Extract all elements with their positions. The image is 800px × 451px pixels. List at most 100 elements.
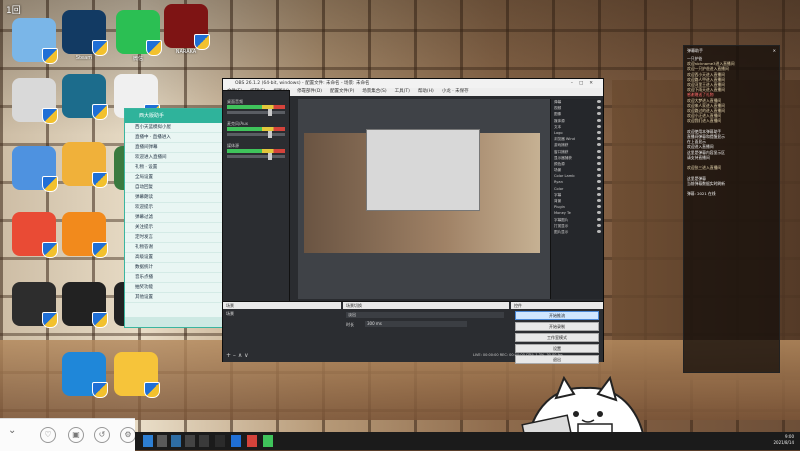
mixer-channel[interactable]: 媒体源 <box>227 143 285 160</box>
minimize-icon[interactable]: – <box>571 81 579 86</box>
eye-icon[interactable] <box>597 161 601 165</box>
control-button[interactable]: 设置 <box>515 344 599 353</box>
danmaku-panel[interactable]: 弹幕助手 ✕ 一只护爸 欢迎nickname3进入直播间 欢迎一只护爸进入直播间 欢迎… <box>683 45 780 373</box>
eye-icon[interactable] <box>597 118 601 122</box>
replay-icon[interactable]: ↺ <box>94 427 110 443</box>
eye-icon[interactable] <box>597 229 601 233</box>
desktop-icon[interactable] <box>58 74 110 120</box>
menu-item[interactable]: 场景集合(S) <box>362 89 386 94</box>
list-item[interactable]: 西小天蓝模拟小屋 <box>125 123 223 133</box>
eye-icon[interactable] <box>597 205 601 209</box>
window-controls[interactable]: –□✕ <box>571 79 599 88</box>
list-item[interactable]: 抽奖功能 <box>125 283 223 293</box>
taskbar-clock[interactable]: 9:00 2021/8/14 <box>773 434 794 446</box>
list-item[interactable]: 直播中 · 直播进入 <box>125 133 223 143</box>
desktop-icon[interactable]: Steam <box>58 10 110 61</box>
desktop-icon[interactable] <box>58 282 110 328</box>
scene-add-icon[interactable]: + – ∧ ∨ <box>226 352 249 359</box>
desktop-icon[interactable] <box>58 352 110 398</box>
menu-item[interactable]: 停靠部件(D) <box>297 89 322 94</box>
control-button[interactable]: 开始推流 <box>515 311 599 320</box>
settings-icon[interactable]: ⚙ <box>120 427 136 443</box>
app-icon[interactable] <box>143 435 153 447</box>
app-icon[interactable] <box>263 435 273 447</box>
desktop-icon[interactable]: NARAKA <box>160 4 212 55</box>
eye-icon[interactable] <box>597 137 601 141</box>
chevron-down-icon[interactable]: ⌄ <box>8 425 16 436</box>
list-item[interactable]: 定时发言 <box>125 233 223 243</box>
desktop-icon[interactable] <box>8 146 60 192</box>
volume-slider[interactable] <box>227 153 285 160</box>
eye-icon[interactable] <box>597 174 601 178</box>
app-icon[interactable] <box>247 435 257 447</box>
eye-icon[interactable] <box>597 217 601 221</box>
eye-icon[interactable] <box>597 168 601 172</box>
volume-slider[interactable] <box>227 109 285 116</box>
mixer-channel[interactable]: 麦克风/Aux <box>227 121 285 138</box>
chat-tool-window[interactable]: 西大版助手 西小天蓝模拟小屋 直播中 · 直播进入 直播间弹幕 欢迎进入直播间 礼物 ·… <box>124 108 224 328</box>
app-icon[interactable] <box>199 435 209 447</box>
eye-icon[interactable] <box>597 199 601 202</box>
list-item[interactable]: 音乐点播 <box>125 273 223 283</box>
volume-slider[interactable] <box>227 131 285 138</box>
obs-titlebar[interactable]: OBS 26.1.2 (64-bit, windows) - 配置文件: 未命名… <box>223 79 603 88</box>
desktop-icon[interactable] <box>8 212 60 258</box>
close-icon[interactable]: ✕ <box>589 81 599 86</box>
eye-icon[interactable] <box>597 112 601 116</box>
app-icon[interactable] <box>171 435 181 447</box>
app-icon[interactable] <box>231 435 241 447</box>
transition-select[interactable]: 淡出 <box>346 312 504 318</box>
sources-panel[interactable]: 弹幕 视频 图像 媒体源 文本 Logo 浏览器 Wind 游戏捕获 窗口捕获 显示器捕获 颜色源场… <box>550 99 603 299</box>
source-item[interactable]: 图片显示 <box>551 229 603 235</box>
list-item[interactable]: 欢迎提示 <box>125 203 223 213</box>
desktop-icon[interactable] <box>8 282 60 328</box>
desktop-icon[interactable] <box>8 18 60 64</box>
desktop-icon[interactable] <box>8 78 60 124</box>
list-item[interactable]: 高级设置 <box>125 253 223 263</box>
maximize-icon[interactable]: □ <box>579 81 589 86</box>
eye-icon[interactable] <box>597 124 601 128</box>
eye-icon[interactable] <box>597 155 601 159</box>
eye-icon[interactable] <box>597 106 601 110</box>
eye-icon[interactable] <box>597 100 601 103</box>
eye-icon[interactable] <box>597 211 601 215</box>
audio-mixer-dock[interactable]: 桌面音频 麦克风/Aux 媒体源 <box>222 90 290 302</box>
close-icon[interactable]: ✕ <box>773 46 776 56</box>
eye-icon[interactable] <box>597 186 601 190</box>
list-item[interactable]: 弹幕过滤 <box>125 213 223 223</box>
menu-item[interactable]: 工具(T) <box>395 89 410 94</box>
list-item[interactable]: 关注提示 <box>125 223 223 233</box>
chat-tool-toolbar[interactable] <box>125 317 223 327</box>
list-item[interactable]: 全局设置 <box>125 173 223 183</box>
list-item[interactable]: 其他设置 <box>125 293 223 303</box>
desktop-icon[interactable] <box>58 212 110 258</box>
eye-icon[interactable] <box>597 192 601 196</box>
duration-input[interactable]: 300 ms <box>365 321 467 327</box>
control-button[interactable]: 工作室模式 <box>515 333 599 342</box>
desktop-icon[interactable] <box>58 142 110 188</box>
desktop-icon[interactable] <box>110 352 162 398</box>
app-icon[interactable] <box>157 435 167 447</box>
list-item[interactable]: 弹幕朗读 <box>125 193 223 203</box>
eye-icon[interactable] <box>597 180 601 184</box>
menu-item[interactable]: 帮助(H) <box>418 89 434 94</box>
list-item[interactable]: 自动回复 <box>125 183 223 193</box>
list-item[interactable]: 欢迎进入直播间 <box>125 153 223 163</box>
heart-icon[interactable]: ♡ <box>40 427 56 443</box>
camera-icon[interactable]: ▣ <box>68 427 84 443</box>
eye-icon[interactable] <box>597 223 601 227</box>
menu-item[interactable]: 配置文件(P) <box>330 89 354 94</box>
eye-icon[interactable] <box>597 130 601 134</box>
app-icon[interactable] <box>215 435 225 447</box>
app-icon[interactable] <box>185 435 195 447</box>
desktop-icon[interactable]: 微信 <box>112 10 164 62</box>
list-item[interactable]: 礼物答谢 <box>125 243 223 253</box>
list-item[interactable]: 数据统计 <box>125 263 223 273</box>
mixer-channel[interactable]: 桌面音频 <box>227 99 285 116</box>
menu-item[interactable]: 小龙 · 未保存 <box>442 89 469 94</box>
eye-icon[interactable] <box>597 149 601 153</box>
control-button[interactable]: 开始录制 <box>515 322 599 331</box>
obs-preview[interactable] <box>298 99 550 299</box>
eye-icon[interactable] <box>597 143 601 147</box>
list-item[interactable]: 礼物 · 设置 <box>125 163 223 173</box>
